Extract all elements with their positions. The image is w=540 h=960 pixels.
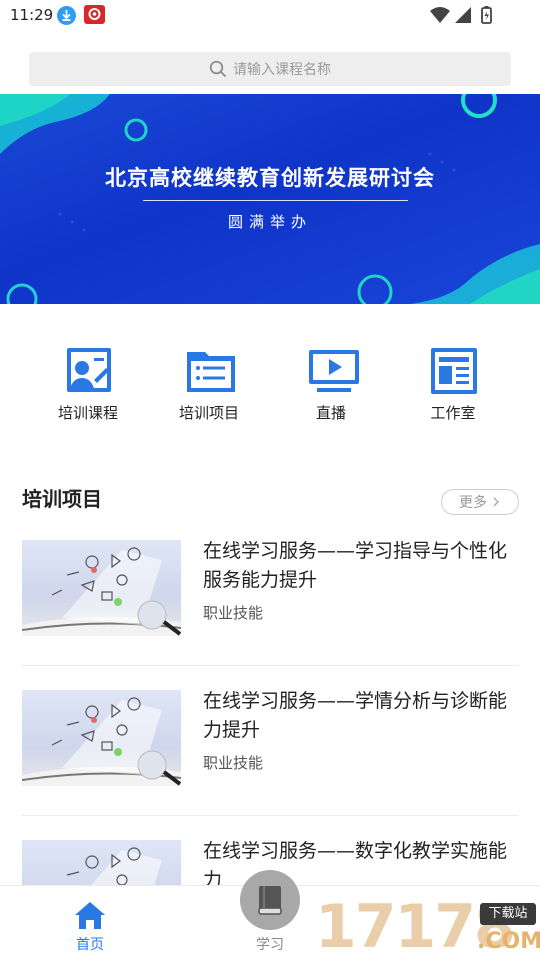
nav-label: 工作室 [430,404,476,422]
nav-training-courses[interactable]: 培训课程 [28,340,148,430]
wifi-icon [430,7,450,23]
tab-home-label: 首页 [76,937,104,953]
course-icon [67,348,111,392]
course-title: 在线学习服务——学情分析与诊断能力提升 [203,690,508,741]
nav-label: 培训项目 [178,404,239,422]
search-icon [209,60,226,77]
search-input[interactable]: 请输入课程名称 [29,52,511,86]
course-tag: 职业技能 [203,754,264,772]
play-screen-icon [309,350,359,392]
watermark-logo: 17178 下载站 .COM [315,895,540,960]
nav-label: 直播 [315,404,346,422]
list-divider [22,665,519,666]
section-title: 培训项目 [22,487,102,511]
tab-home[interactable]: 首页 [40,886,140,960]
folder-list-icon [187,352,235,392]
banner-subtitle: 圆满举办 [227,213,312,231]
list-divider [22,815,519,816]
banner-title: 北京高校继续教育创新发展研讨会 [105,166,435,190]
signal-icon [455,7,471,23]
download-icon [57,6,76,25]
app-notification-icon [84,5,105,24]
nav-live[interactable]: 直播 [271,340,391,430]
home-icon [75,902,105,929]
search-placeholder: 请输入课程名称 [233,62,331,78]
studio-icon [431,348,477,394]
watermark-tag: 下载站 [480,903,536,925]
book-icon [258,886,282,915]
course-tag: 职业技能 [203,604,264,622]
promo-banner[interactable]: 北京高校继续教育创新发展研讨会 圆满举办 [0,94,540,304]
nav-label: 培训课程 [57,404,118,422]
course-title: 在线学习服务——学习指导与个性化服务能力提升 [203,540,508,591]
tab-study-label: 学习 [256,937,284,953]
more-button[interactable]: 更多 [441,489,519,515]
banner-divider [143,200,408,201]
list-item[interactable]: 在线学习服务——学情分析与诊断能力提升 职业技能 [22,690,519,840]
course-thumbnail [22,540,181,636]
study-fab[interactable] [240,870,300,930]
chevron-right-icon [493,497,499,507]
more-label: 更多 [459,495,487,511]
status-time: 11:29 [10,6,54,24]
status-icons [430,6,510,24]
nav-studio[interactable]: 工作室 [393,340,513,430]
watermark-suffix: .COM [477,929,540,954]
banner-decoration [0,94,540,304]
list-item[interactable]: 在线学习服务——学习指导与个性化服务能力提升 职业技能 [22,540,519,690]
course-thumbnail [22,690,181,786]
status-bar: 11:29 [0,0,540,34]
quick-nav: 培训课程 培训项目 直播 工作室 [0,340,540,430]
nav-training-projects[interactable]: 培训项目 [149,340,269,430]
